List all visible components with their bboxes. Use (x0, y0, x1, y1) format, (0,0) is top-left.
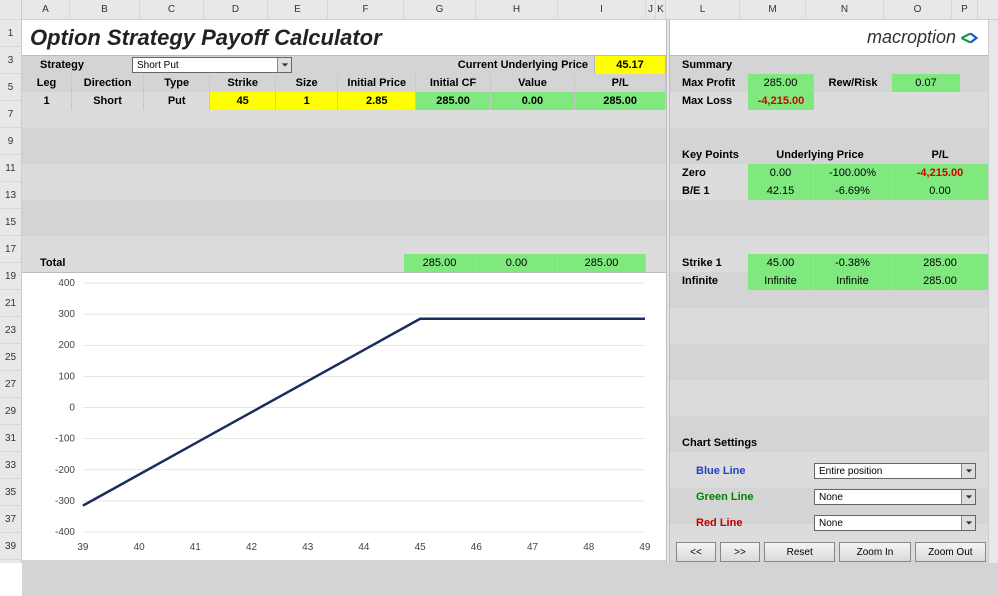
svg-text:42: 42 (246, 542, 258, 553)
svg-text:0: 0 (69, 403, 75, 414)
leg-type[interactable]: Put (144, 92, 210, 110)
current-price-value[interactable]: 45.17 (594, 56, 666, 74)
maxprofit-value: 285.00 (748, 74, 814, 92)
line-dropdown[interactable]: None (814, 515, 976, 531)
leg-direction[interactable]: Short (72, 92, 144, 110)
line-dropdown[interactable]: Entire position (814, 463, 976, 479)
chevron-down-icon (961, 516, 975, 530)
line-setting-row: Blue LineEntire position (674, 462, 988, 480)
keypoint-row: Strike 145.00-0.38%285.00 (674, 254, 988, 272)
chevron-down-icon (277, 58, 291, 72)
keypoint-row: InfiniteInfiniteInfinite285.00 (674, 272, 988, 290)
total-row: Total 285.00 0.00 285.00 (22, 254, 666, 272)
leg-size[interactable]: 1 (276, 92, 338, 110)
svg-text:400: 400 (58, 278, 75, 289)
svg-text:40: 40 (134, 542, 146, 553)
leg-initial-price[interactable]: 2.85 (338, 92, 416, 110)
total-initcf: 285.00 (404, 254, 476, 272)
maxloss-label: Max Loss (674, 95, 748, 107)
svg-text:100: 100 (58, 371, 75, 382)
legs-table: LegDirectionTypeStrikeSizeInitial PriceI… (22, 74, 666, 110)
total-label: Total (22, 257, 404, 269)
chevron-down-icon (961, 490, 975, 504)
svg-text:200: 200 (58, 340, 75, 351)
zoomout-button[interactable]: Zoom Out (915, 542, 986, 562)
svg-text:48: 48 (583, 542, 595, 553)
right-edge (988, 20, 998, 563)
keypoints-header: Key Points Underlying Price P/L (674, 146, 988, 164)
svg-text:39: 39 (77, 542, 89, 553)
zoomin-button[interactable]: Zoom In (839, 542, 910, 562)
strategy-row: Strategy Short Put Current Underlying Pr… (22, 56, 666, 74)
summary-header: Summary (674, 56, 988, 74)
line-dropdown[interactable]: None (814, 489, 976, 505)
svg-text:47: 47 (527, 542, 539, 553)
brand-logo: macroption (867, 27, 998, 48)
current-price-label: Current Underlying Price (458, 59, 588, 71)
chart-buttons: << >> Reset Zoom In Zoom Out (674, 542, 988, 562)
strategy-dropdown[interactable]: Short Put (132, 57, 292, 73)
legs-header-row: LegDirectionTypeStrikeSizeInitial PriceI… (22, 74, 666, 92)
brand-icon (960, 31, 978, 45)
leg-number: 1 (22, 92, 72, 110)
svg-text:49: 49 (639, 542, 651, 553)
svg-text:45: 45 (415, 542, 427, 553)
svg-text:300: 300 (58, 309, 75, 320)
line-setting-row: Green LineNone (674, 488, 988, 506)
line-setting-row: Red LineNone (674, 514, 988, 532)
page-title: Option Strategy Payoff Calculator (30, 25, 382, 51)
svg-text:44: 44 (358, 542, 370, 553)
prev-button[interactable]: << (676, 542, 716, 562)
line-label: Green Line (674, 491, 814, 503)
svg-text:-400: -400 (55, 527, 75, 538)
leg-pl: 285.00 (575, 92, 666, 110)
pane-divider (666, 20, 670, 563)
line-label: Red Line (674, 517, 814, 529)
reset-button[interactable]: Reset (764, 542, 835, 562)
total-value: 0.00 (476, 254, 558, 272)
payoff-chart: -400 -300 -200 -100 0 100 200 300 400 39 40 41 42 43 4… (22, 272, 666, 560)
maxprofit-row: Max Profit 285.00 Rew/Risk 0.07 (674, 74, 988, 92)
column-headers: ABCDEFGHIJKLMNOP (22, 0, 998, 20)
svg-text:43: 43 (302, 542, 314, 553)
leg-row[interactable]: 1 Short Put 45 1 2.85 285.00 0.00 285.00 (22, 92, 666, 110)
rewrisk-label: Rew/Risk (814, 74, 892, 92)
title-row: Option Strategy Payoff Calculator macrop… (22, 20, 998, 56)
svg-text:-100: -100 (55, 434, 75, 445)
row-headers: 13579111315171921232527293133353739 (0, 0, 22, 563)
svg-text:-200: -200 (55, 465, 75, 476)
maxloss-value: -4,215.00 (748, 92, 814, 110)
leg-strike[interactable]: 45 (210, 92, 276, 110)
chart-settings-header: Chart Settings (674, 434, 988, 452)
next-button[interactable]: >> (720, 542, 760, 562)
rewrisk-value: 0.07 (892, 74, 960, 92)
leg-value: 0.00 (490, 92, 575, 110)
svg-text:41: 41 (190, 542, 202, 553)
leg-initial-cf: 285.00 (416, 92, 490, 110)
maxloss-row: Max Loss -4,215.00 (674, 92, 988, 110)
line-label: Blue Line (674, 465, 814, 477)
total-pl: 285.00 (558, 254, 646, 272)
keypoint-row: B/E 142.15-6.69%0.00 (674, 182, 988, 200)
svg-text:-300: -300 (55, 496, 75, 507)
chevron-down-icon (961, 464, 975, 478)
keypoint-row: Zero0.00-100.00%-4,215.00 (674, 164, 988, 182)
strategy-label: Strategy (22, 59, 132, 71)
svg-text:46: 46 (471, 542, 483, 553)
maxprofit-label: Max Profit (674, 74, 748, 92)
